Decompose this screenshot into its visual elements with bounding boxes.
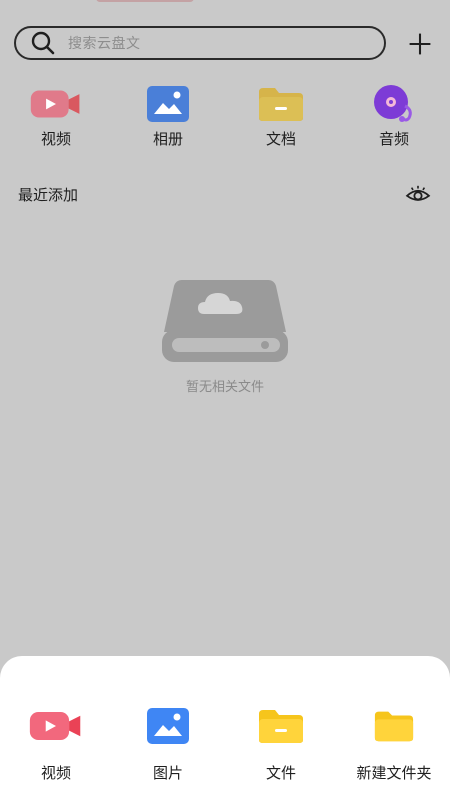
add-button[interactable] bbox=[402, 28, 438, 60]
upload-file-button[interactable]: 文件 bbox=[231, 704, 331, 790]
sheet-item-label: 视频 bbox=[40, 764, 71, 782]
upload-video-button[interactable]: 视频 bbox=[6, 704, 106, 790]
category-audio[interactable]: 音频 bbox=[349, 84, 439, 154]
upload-image-button[interactable]: 图片 bbox=[118, 704, 218, 790]
upload-bottom-sheet: 视频 图片 文件 新建文件夹 bbox=[0, 656, 450, 800]
image-icon bbox=[138, 704, 198, 748]
visibility-toggle[interactable] bbox=[402, 180, 434, 208]
category-label: 视频 bbox=[40, 130, 71, 148]
search-placeholder: 搜索云盘文 bbox=[68, 36, 141, 52]
empty-state-text: 暂无相关文件 bbox=[185, 380, 264, 395]
category-label: 文档 bbox=[265, 130, 296, 148]
music-disc-icon bbox=[364, 84, 424, 124]
search-icon bbox=[31, 31, 55, 55]
category-document[interactable]: 文档 bbox=[236, 84, 326, 154]
sheet-item-label: 文件 bbox=[265, 764, 296, 782]
category-label: 音频 bbox=[378, 130, 409, 148]
search-input[interactable]: 搜索云盘文 bbox=[14, 26, 386, 60]
file-folder-icon bbox=[251, 704, 311, 748]
sheet-item-label: 图片 bbox=[152, 764, 183, 782]
recent-title: 最近添加 bbox=[18, 186, 79, 204]
video-camera-icon bbox=[26, 704, 86, 748]
sheet-item-label: 新建文件夹 bbox=[356, 764, 432, 782]
status-bar-remnant bbox=[96, 0, 194, 2]
video-camera-icon bbox=[26, 84, 86, 124]
cloud-drive-icon bbox=[160, 276, 290, 366]
category-label: 相册 bbox=[152, 130, 183, 148]
plus-icon bbox=[409, 33, 431, 55]
document-folder-icon bbox=[251, 84, 311, 124]
new-folder-button[interactable]: 新建文件夹 bbox=[344, 704, 444, 790]
new-folder-icon bbox=[364, 704, 424, 748]
photo-album-icon bbox=[138, 84, 198, 124]
category-album[interactable]: 相册 bbox=[123, 84, 213, 154]
category-row: 视频 相册 文档 音频 bbox=[0, 84, 450, 154]
eye-icon bbox=[405, 185, 431, 201]
category-video[interactable]: 视频 bbox=[11, 84, 101, 154]
